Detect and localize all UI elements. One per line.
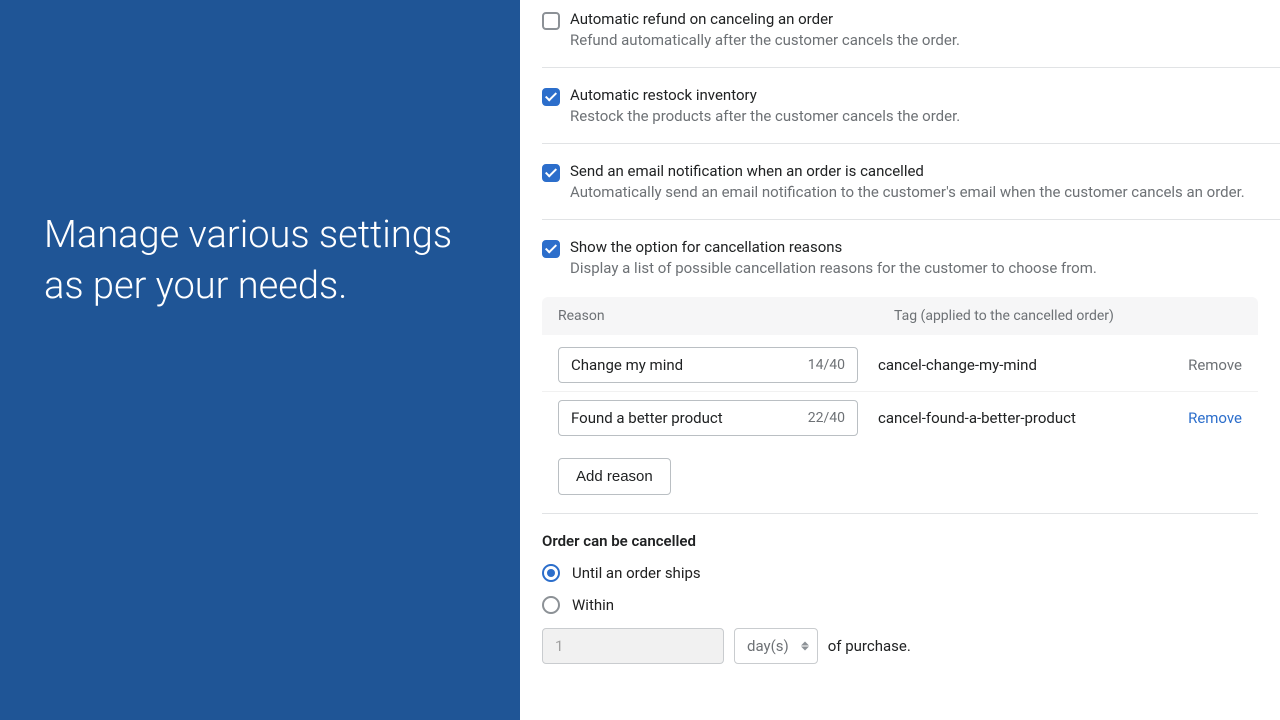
checkbox-auto-restock[interactable] xyxy=(542,88,560,106)
checkbox-email-notification[interactable] xyxy=(542,164,560,182)
reason-remove-link[interactable]: Remove xyxy=(1188,409,1242,427)
reason-tag: cancel-found-a-better-product xyxy=(858,409,1188,427)
order-cancel-title: Order can be cancelled xyxy=(542,532,1258,550)
radio-label: Within xyxy=(572,596,614,614)
reasons-block: Reason Tag (applied to the cancelled ord… xyxy=(542,297,1258,514)
setting-cancellation-reasons: Show the option for cancellation reasons… xyxy=(542,238,1280,289)
reason-text: Found a better product xyxy=(571,409,723,427)
setting-desc: Display a list of possible cancellation … xyxy=(570,259,1097,277)
setting-title: Show the option for cancellation reasons xyxy=(570,238,1097,256)
setting-auto-restock: Automatic restock inventory Restock the … xyxy=(542,86,1280,144)
reason-remove-link[interactable]: Remove xyxy=(1188,356,1242,374)
checkbox-cancellation-reasons[interactable] xyxy=(542,240,560,258)
within-unit-select[interactable]: day(s) xyxy=(734,628,818,664)
reasons-header-reason: Reason xyxy=(558,308,894,324)
setting-desc: Restock the products after the customer … xyxy=(570,107,960,125)
reasons-header: Reason Tag (applied to the cancelled ord… xyxy=(542,297,1258,335)
within-inputs-row: 1 day(s) of purchase. xyxy=(542,628,1258,664)
radio-row-within: Within xyxy=(542,596,1258,614)
setting-email-notification: Send an email notification when an order… xyxy=(542,162,1280,220)
within-number-input[interactable]: 1 xyxy=(542,628,724,664)
order-cancel-section: Order can be cancelled Until an order sh… xyxy=(542,532,1258,664)
reason-row: Found a better product 22/40 cancel-foun… xyxy=(542,391,1258,444)
unit-label: day(s) xyxy=(747,637,789,655)
radio-row-until-ships: Until an order ships xyxy=(542,564,1258,582)
reason-row: Change my mind 14/40 cancel-change-my-mi… xyxy=(542,335,1258,391)
within-suffix: of purchase. xyxy=(828,637,911,655)
reason-input[interactable]: Found a better product 22/40 xyxy=(558,400,858,436)
setting-auto-refund: Automatic refund on canceling an order R… xyxy=(542,10,1280,68)
setting-desc: Automatically send an email notification… xyxy=(570,183,1245,201)
right-panel: Automatic refund on canceling an order R… xyxy=(520,0,1280,720)
reason-tag: cancel-change-my-mind xyxy=(858,356,1188,374)
reason-counter: 22/40 xyxy=(808,410,845,426)
radio-until-ships[interactable] xyxy=(542,564,560,582)
radio-label: Until an order ships xyxy=(572,564,701,582)
left-headline: Manage various settings as per your need… xyxy=(44,210,476,313)
reason-counter: 14/40 xyxy=(808,357,845,373)
reason-text: Change my mind xyxy=(571,356,683,374)
checkbox-auto-refund[interactable] xyxy=(542,12,560,30)
setting-title: Send an email notification when an order… xyxy=(570,162,1245,180)
reasons-header-tag: Tag (applied to the cancelled order) xyxy=(894,308,1242,324)
setting-desc: Refund automatically after the customer … xyxy=(570,31,960,49)
setting-title: Automatic restock inventory xyxy=(570,86,960,104)
stepper-icon xyxy=(801,642,809,651)
setting-title: Automatic refund on canceling an order xyxy=(570,10,960,28)
radio-within[interactable] xyxy=(542,596,560,614)
left-panel: Manage various settings as per your need… xyxy=(0,0,520,720)
add-reason-button[interactable]: Add reason xyxy=(558,458,671,495)
reason-input[interactable]: Change my mind 14/40 xyxy=(558,347,858,383)
